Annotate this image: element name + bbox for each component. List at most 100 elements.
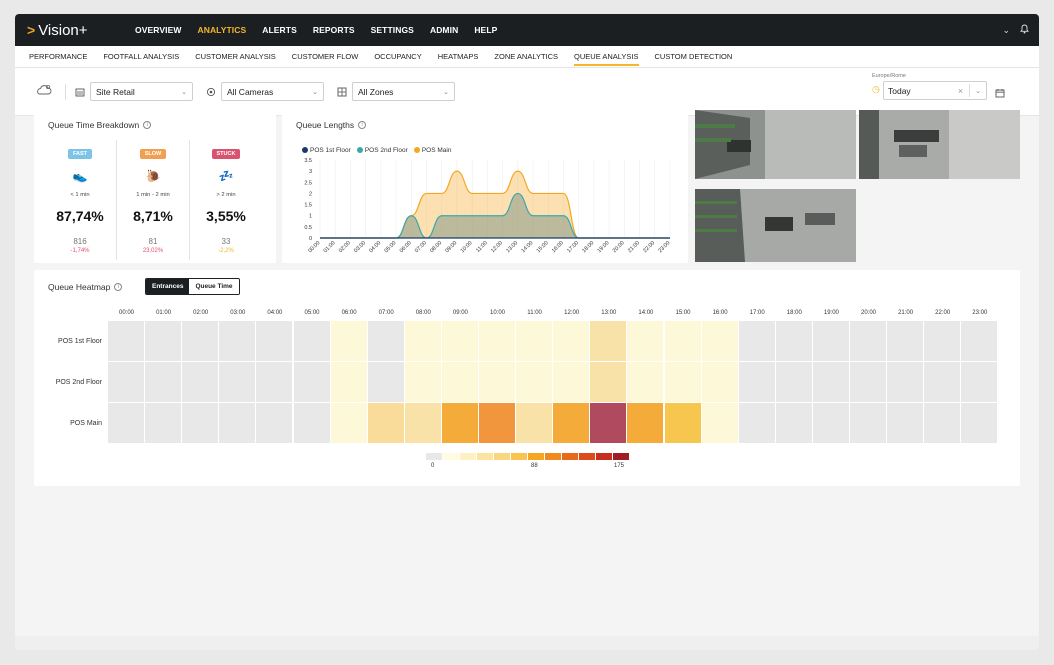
heatmap-cell[interactable] [738,403,775,443]
calendar-icon[interactable] [995,85,1005,103]
heatmap-cell[interactable] [664,403,701,443]
heatmap-cell[interactable] [553,362,590,402]
main-menu-item-overview[interactable]: OVERVIEW [127,25,189,35]
heatmap-cell[interactable] [664,362,701,402]
info-icon[interactable]: i [143,121,152,129]
weather-icon[interactable] [35,83,53,101]
chevron-down-icon[interactable]: ⌄ [970,87,986,95]
sub-menu-item-customer-flow[interactable]: CUSTOMER FLOW [292,46,359,68]
heatmap-cell[interactable] [293,321,330,361]
info-icon[interactable]: i [358,121,367,129]
heatmap-cell[interactable] [108,403,144,443]
heatmap-cell[interactable] [738,321,775,361]
heatmap-cell[interactable] [367,321,404,361]
heatmap-cell[interactable] [701,321,738,361]
heatmap-cell[interactable] [701,403,738,443]
heatmap-cell[interactable] [775,362,812,402]
heatmap-cell[interactable] [590,403,627,443]
chevron-down-icon[interactable]: ⌄ [1002,25,1010,36]
heatmap-cell[interactable] [108,362,144,402]
info-icon[interactable]: i [114,283,123,291]
site-select[interactable]: Site Retail ⌄ [90,82,193,101]
cameras-select[interactable]: All Cameras ⌄ [221,82,324,101]
heatmap-cell[interactable] [182,403,219,443]
heatmap-cell[interactable] [627,403,664,443]
heatmap-cell[interactable] [775,403,812,443]
heatmap-cell[interactable] [850,362,886,402]
heatmap-cell[interactable] [887,403,924,443]
main-menu-item-help[interactable]: HELP [466,25,505,35]
bell-icon[interactable] [1020,24,1029,36]
toggle-entrances[interactable]: Entrances [146,279,190,294]
heatmap-cell[interactable] [256,403,293,443]
heatmap-cell[interactable] [293,403,330,443]
main-menu-item-reports[interactable]: REPORTS [305,25,363,35]
heatmap-cell[interactable] [404,321,441,361]
clear-icon[interactable]: × [952,86,969,96]
heatmap-cell[interactable] [961,362,998,402]
heatmap-cell[interactable] [553,321,590,361]
heatmap-cell[interactable] [256,321,293,361]
sub-menu-item-queue-analysis[interactable]: QUEUE ANALYSIS [574,46,639,68]
date-select[interactable]: Today × ⌄ [883,81,987,100]
heatmap-cell[interactable] [590,321,627,361]
heatmap-cell[interactable] [182,321,219,361]
heatmap-cell[interactable] [330,321,367,361]
sub-menu-item-customer-analysis[interactable]: CUSTOMER ANALYSIS [195,46,276,68]
heatmap-cell[interactable] [590,362,627,402]
heatmap-cell[interactable] [479,403,515,443]
heatmap-cell[interactable] [961,403,998,443]
heatmap-cell[interactable] [145,362,182,402]
heatmap-cell[interactable] [812,362,849,402]
camera-thumbnail[interactable] [695,189,856,262]
heatmap-cell[interactable] [367,403,404,443]
heatmap-cell[interactable] [479,321,515,361]
heatmap-cell[interactable] [108,321,144,361]
heatmap-cell[interactable] [256,362,293,402]
heatmap-cell[interactable] [627,321,664,361]
heatmap-cell[interactable] [627,362,664,402]
heatmap-cell[interactable] [961,321,998,361]
main-menu-item-analytics[interactable]: ANALYTICS [189,25,254,35]
heatmap-cell[interactable] [887,321,924,361]
camera-thumbnail[interactable] [859,110,1020,179]
heatmap-cell[interactable] [479,362,515,402]
heatmap-cell[interactable] [293,362,330,402]
sub-menu-item-heatmaps[interactable]: HEATMAPS [438,46,479,68]
sub-menu-item-occupancy[interactable]: OCCUPANCY [374,46,421,68]
heatmap-cell[interactable] [738,362,775,402]
toggle-queue-time[interactable]: Queue Time [189,279,239,294]
heatmap-cell[interactable] [516,321,553,361]
heatmap-cell[interactable] [145,321,182,361]
heatmap-cell[interactable] [812,321,849,361]
heatmap-cell[interactable] [850,321,886,361]
heatmap-cell[interactable] [182,362,219,402]
heatmap-cell[interactable] [145,403,182,443]
heatmap-cell[interactable] [441,362,478,402]
heatmap-cell[interactable] [924,403,961,443]
heatmap-cell[interactable] [219,321,256,361]
heatmap-cell[interactable] [367,362,404,402]
heatmap-cell[interactable] [887,362,924,402]
sub-menu-item-zone-analytics[interactable]: ZONE ANALYTICS [494,46,558,68]
heatmap-cell[interactable] [553,403,590,443]
heatmap-cell[interactable] [441,403,478,443]
heatmap-cell[interactable] [775,321,812,361]
heatmap-cell[interactable] [701,362,738,402]
main-menu-item-settings[interactable]: SETTINGS [363,25,422,35]
zones-select[interactable]: All Zones ⌄ [352,82,455,101]
heatmap-cell[interactable] [330,362,367,402]
heatmap-cell[interactable] [441,321,478,361]
heatmap-cell[interactable] [850,403,886,443]
heatmap-cell[interactable] [330,403,367,443]
heatmap-cell[interactable] [664,321,701,361]
heatmap-cell[interactable] [404,403,441,443]
sub-menu-item-performance[interactable]: PERFORMANCE [29,46,87,68]
heatmap-cell[interactable] [924,321,961,361]
heatmap-cell[interactable] [516,362,553,402]
heatmap-cell[interactable] [404,362,441,402]
sub-menu-item-custom-detection[interactable]: CUSTOM DETECTION [655,46,733,68]
heatmap-cell[interactable] [924,362,961,402]
heatmap-cell[interactable] [812,403,849,443]
heatmap-cell[interactable] [219,403,256,443]
